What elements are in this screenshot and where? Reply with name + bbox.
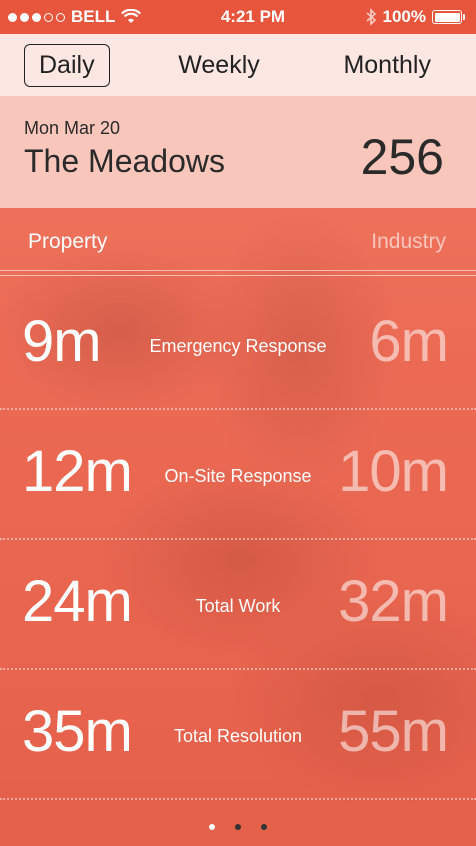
page-dot-active[interactable]	[209, 824, 215, 830]
battery-icon	[432, 10, 465, 24]
industry-value: 6m	[369, 309, 449, 374]
wifi-icon	[121, 9, 142, 23]
clock: 4:21 PM	[220, 7, 286, 26]
metric-row-on-site-response: 12m On-Site Response 10m	[0, 410, 476, 540]
status-bar: BELL 4:21 PM 100%	[0, 0, 476, 34]
column-industry: Industry	[371, 230, 446, 253]
property-count: 256	[360, 129, 444, 185]
page-dot[interactable]	[261, 824, 267, 830]
period-tabs: Daily Weekly Monthly	[0, 34, 476, 96]
page-dot[interactable]	[235, 824, 241, 830]
metric-row-total-work: 24m Total Work 32m	[0, 540, 476, 670]
tab-daily[interactable]: Daily	[24, 43, 110, 87]
tab-monthly[interactable]: Monthly	[328, 44, 446, 87]
battery-percent: 100%	[382, 7, 426, 26]
signal-dot	[20, 12, 29, 22]
column-headers: Property Industry	[0, 210, 476, 274]
metrics-list: 9m Emergency Response 6m 12m On-Site Res…	[0, 280, 476, 800]
metric-row-total-resolution: 35m Total Resolution 55m	[0, 670, 476, 800]
property-header: Mon Mar 20 The Meadows 256	[0, 96, 476, 208]
signal-dot	[44, 12, 53, 22]
page-indicator[interactable]	[0, 824, 476, 830]
status-bar-left: BELL	[8, 7, 142, 27]
carrier-label: BELL	[71, 7, 116, 26]
column-property: Property	[28, 230, 108, 253]
signal-dot	[8, 12, 17, 22]
bluetooth-icon	[365, 8, 376, 26]
status-bar-right: 100%	[365, 7, 465, 27]
industry-value: 10m	[338, 439, 449, 504]
metric-row-emergency-response: 9m Emergency Response 6m	[0, 280, 476, 410]
tab-weekly[interactable]: Weekly	[163, 44, 275, 87]
industry-value: 32m	[338, 569, 449, 634]
industry-value: 55m	[338, 699, 449, 764]
signal-icon	[8, 12, 65, 22]
header-divider	[0, 270, 476, 276]
signal-dot	[56, 12, 65, 22]
signal-dot	[32, 12, 41, 22]
